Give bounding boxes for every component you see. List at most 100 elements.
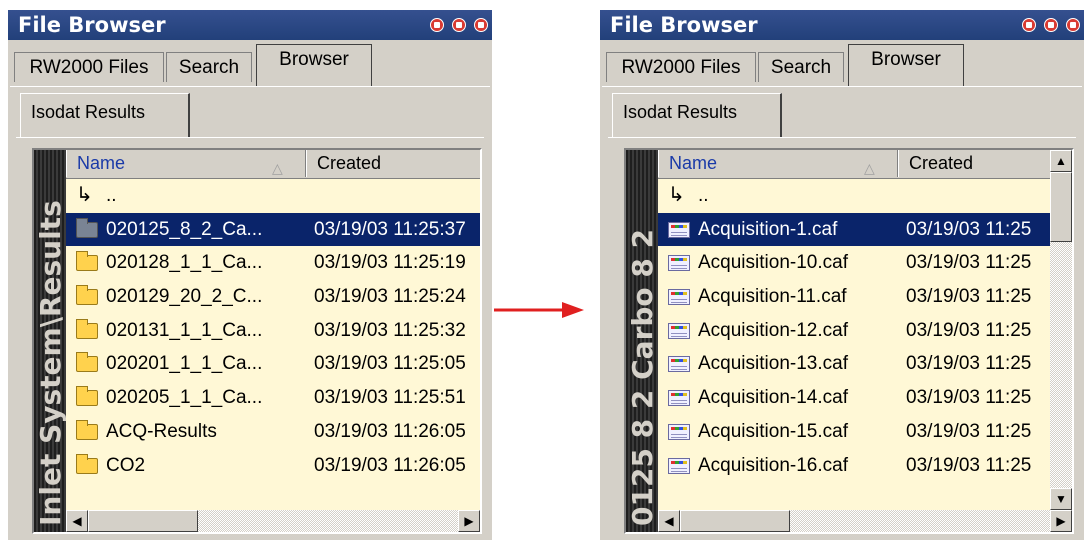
created-date: 03/19/03 11:25 [906, 286, 1032, 308]
list-item[interactable]: Acquisition-16.caf 03/19/03 11:25 [658, 449, 1050, 483]
caf-file-icon [668, 255, 690, 272]
path-strip: 0125 8 2 Carbo 8 2 [626, 150, 659, 532]
list-item[interactable]: ↳.. [66, 179, 480, 213]
pin-icon[interactable] [430, 18, 444, 32]
created-date: 03/19/03 11:25:24 [314, 286, 466, 308]
up-arrow-icon: ↳ [76, 184, 93, 206]
file-rows: ↳.. 020125_8_2_Ca... 03/19/03 11:25:37 0201… [66, 179, 480, 510]
isodat-results-page: Inlet System\Results Name △ Created ↳.. 0… [16, 137, 484, 534]
folder-icon [76, 386, 98, 407]
list-item[interactable]: 020205_1_1_Ca... 03/19/03 11:25:51 [66, 381, 480, 415]
tab-search[interactable]: Search [166, 52, 252, 82]
created-date: 03/19/03 11:25:37 [314, 218, 466, 240]
list-item[interactable]: ↳.. [658, 179, 1050, 213]
file-name: .. [106, 185, 117, 206]
list-item[interactable]: 020201_1_1_Ca... 03/19/03 11:25:05 [66, 347, 480, 381]
file-name: Acquisition-16.caf [698, 454, 848, 476]
horizontal-scrollbar[interactable]: ◀ ▶ [66, 510, 480, 532]
maximize-icon[interactable] [1044, 18, 1058, 32]
created-date: 03/19/03 11:25 [906, 319, 1032, 341]
list-item[interactable]: 020128_1_1_Ca... 03/19/03 11:25:19 [66, 246, 480, 280]
path-label: Inlet System\Results [34, 200, 67, 526]
list-item[interactable]: Acquisition-1.caf 03/19/03 11:25 [658, 212, 1050, 247]
scroll-thumb[interactable] [680, 510, 790, 532]
list-item[interactable]: Acquisition-10.caf 03/19/03 11:25 [658, 246, 1050, 280]
column-created-header[interactable]: Created [306, 150, 480, 177]
close-icon[interactable] [1066, 18, 1080, 32]
column-header: Name △ Created [658, 150, 1072, 179]
list-item[interactable]: Acquisition-11.caf 03/19/03 11:25 [658, 280, 1050, 314]
file-name: Acquisition-12.caf [698, 319, 848, 341]
column-created-header[interactable]: Created [898, 150, 1072, 177]
caf-file-icon [668, 356, 690, 373]
file-name: Acquisition-15.caf [698, 420, 848, 442]
list-item[interactable]: 020129_20_2_C... 03/19/03 11:25:24 [66, 280, 480, 314]
list-item[interactable]: Acquisition-12.caf 03/19/03 11:25 [658, 314, 1050, 348]
file-name: Acquisition-1.caf [698, 218, 838, 240]
list-item[interactable]: Acquisition-13.caf 03/19/03 11:25 [658, 347, 1050, 381]
file-rows: ↳.. Acquisition-1.caf 03/19/03 11:25 Acquis… [658, 179, 1050, 510]
tab-rw2000-files[interactable]: RW2000 Files [14, 52, 164, 82]
folder-icon [76, 217, 98, 238]
browser-tab-page: Isodat Results Inlet System\Results Name… [10, 86, 490, 540]
horizontal-scrollbar[interactable]: ◀ ▶ [658, 510, 1072, 532]
scroll-thumb[interactable] [88, 510, 198, 532]
created-date: 03/19/03 11:25 [906, 387, 1032, 409]
sort-ascending-icon: △ [272, 160, 283, 176]
tab-browser[interactable]: Browser [848, 44, 964, 86]
file-browser-panel-right: File Browser RW2000 Files Search Browser… [600, 10, 1084, 540]
created-date: 03/19/03 11:25 [906, 218, 1032, 240]
list-item[interactable]: 020131_1_1_Ca... 03/19/03 11:25:32 [66, 314, 480, 348]
caf-file-icon [668, 322, 690, 339]
file-name: Acquisition-10.caf [698, 252, 848, 274]
window-title: File Browser [18, 13, 166, 37]
file-name: 020131_1_1_Ca... [106, 319, 263, 341]
tab-browser[interactable]: Browser [256, 44, 372, 86]
scroll-right-button[interactable]: ▶ [1050, 510, 1072, 532]
created-date: 03/19/03 11:25 [906, 353, 1032, 375]
file-name: CO2 [106, 454, 146, 476]
vertical-scroll-thumb[interactable] [1050, 172, 1072, 242]
column-name-header[interactable]: Name △ [66, 150, 306, 177]
tab-rw2000-files[interactable]: RW2000 Files [606, 52, 756, 82]
created-date: 03/19/03 11:25 [906, 252, 1032, 274]
browser-tab-page: Isodat Results 0125 8 2 Carbo 8 2 Name △… [602, 86, 1082, 540]
tab-isodat-results[interactable]: Isodat Results [612, 93, 782, 137]
list-item[interactable]: ACQ-Results 03/19/03 11:26:05 [66, 415, 480, 449]
column-name-label: Name [77, 153, 126, 173]
scroll-right-button[interactable]: ▶ [458, 510, 480, 532]
file-name: Acquisition-11.caf [698, 286, 847, 308]
file-list[interactable]: Inlet System\Results Name △ Created ↳.. 0… [32, 148, 482, 534]
sort-ascending-icon: △ [864, 160, 875, 176]
column-created-label: Created [317, 153, 382, 173]
column-header: Name △ Created [66, 150, 480, 179]
file-name: 020205_1_1_Ca... [106, 387, 263, 409]
folder-icon [76, 419, 98, 440]
column-name-header[interactable]: Name △ [658, 150, 898, 177]
column-created-label: Created [909, 153, 974, 173]
vertical-scrollbar[interactable]: ▲ ▼ [1050, 150, 1072, 510]
list-item[interactable]: 020125_8_2_Ca... 03/19/03 11:25:37 [66, 212, 480, 247]
file-list[interactable]: 0125 8 2 Carbo 8 2 Name △ Created ↳.. Acq… [624, 148, 1074, 534]
scroll-up-button[interactable]: ▲ [1050, 150, 1072, 172]
created-date: 03/19/03 11:26:05 [314, 420, 466, 442]
scroll-left-button[interactable]: ◀ [66, 510, 88, 532]
scroll-left-button[interactable]: ◀ [658, 510, 680, 532]
window-title: File Browser [610, 13, 758, 37]
list-item[interactable]: Acquisition-14.caf 03/19/03 11:25 [658, 381, 1050, 415]
title-bar[interactable]: File Browser [8, 10, 492, 40]
tab-search[interactable]: Search [758, 52, 844, 82]
created-date: 03/19/03 11:25:51 [314, 387, 466, 409]
pin-icon[interactable] [1022, 18, 1036, 32]
path-strip: Inlet System\Results [34, 150, 67, 532]
folder-icon [76, 352, 98, 373]
list-item[interactable]: Acquisition-15.caf 03/19/03 11:25 [658, 415, 1050, 449]
tab-isodat-results[interactable]: Isodat Results [20, 93, 190, 137]
maximize-icon[interactable] [452, 18, 466, 32]
close-icon[interactable] [474, 18, 488, 32]
created-date: 03/19/03 11:25:19 [314, 252, 466, 274]
up-arrow-icon: ↳ [668, 184, 685, 206]
scroll-down-button[interactable]: ▼ [1050, 488, 1072, 510]
list-item[interactable]: CO2 03/19/03 11:26:05 [66, 449, 480, 483]
title-bar[interactable]: File Browser [600, 10, 1084, 40]
